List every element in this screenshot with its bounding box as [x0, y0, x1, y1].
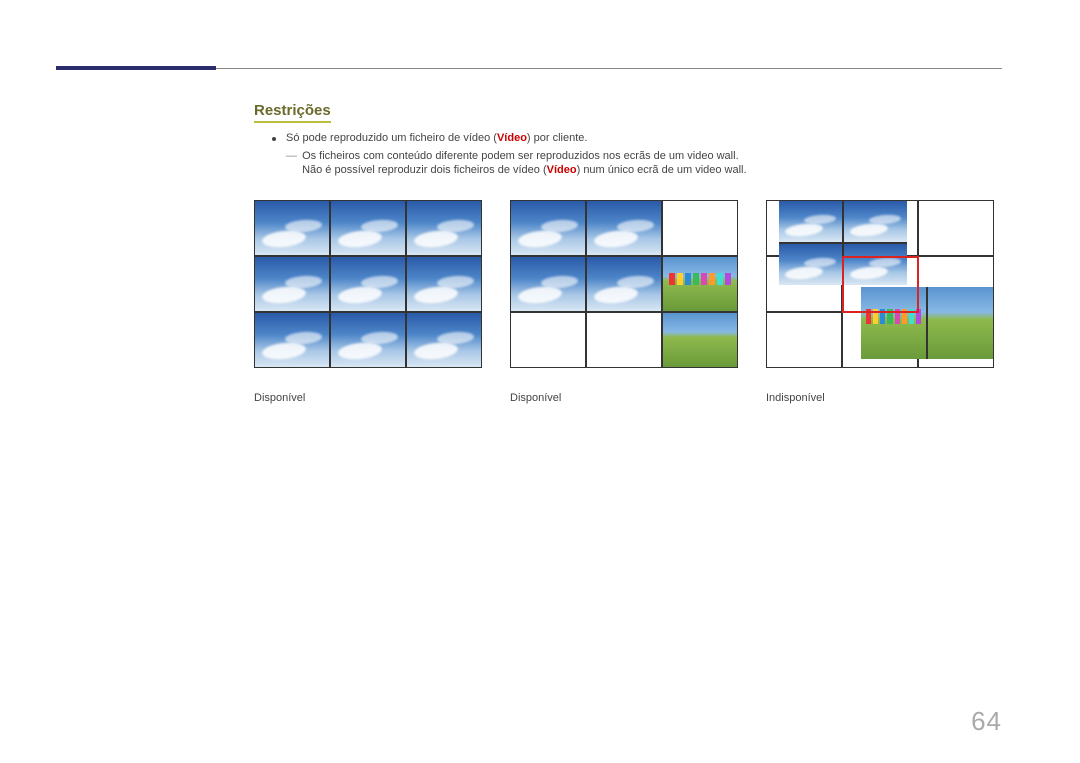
example-caption: Disponível: [510, 392, 738, 404]
wall-cell: [407, 201, 481, 255]
example-3: Indisponível: [766, 200, 994, 404]
bullet-post: ) por cliente.: [527, 132, 588, 144]
examples-row: Disponível Disponível: [254, 200, 994, 404]
sub-line-1: Os ficheiros com conteúdo diferente pode…: [302, 150, 747, 162]
sub-note-text: Os ficheiros com conteúdo diferente pode…: [302, 150, 747, 176]
sub2-post: ) num único ecrã de um video wall.: [577, 164, 747, 176]
wall-cell: [587, 257, 661, 311]
wall-cell: [861, 287, 926, 359]
wall-cell: [779, 201, 842, 242]
wall-cell: [919, 201, 993, 255]
bullet-item: Só pode reproduzido um ficheiro de vídeo…: [272, 132, 587, 144]
example-caption: Disponível: [254, 392, 482, 404]
bullet-text: Só pode reproduzido um ficheiro de vídeo…: [286, 132, 587, 144]
sub2-pre: Não é possível reproduzir dois ficheiros…: [302, 164, 547, 176]
wall-cell: [511, 201, 585, 255]
wall-cell: [844, 244, 907, 285]
wall-cell: [407, 257, 481, 311]
example-2: Disponível: [510, 200, 738, 404]
wall-cell: [587, 313, 661, 367]
sub-note: ― Os ficheiros com conteúdo diferente po…: [286, 150, 747, 176]
overlay-field-video: [861, 287, 993, 359]
wall-cell: [663, 201, 737, 255]
video-keyword: Vídeo: [547, 164, 577, 176]
top-accent-bar: [56, 66, 216, 70]
wall-cell: [767, 313, 841, 367]
wall-cell: [779, 244, 842, 285]
wall-cell: [587, 201, 661, 255]
wall-cell: [331, 313, 405, 367]
video-keyword: Vídeo: [497, 132, 527, 144]
overlay-sky-video: [779, 201, 907, 285]
wall-cell: [331, 201, 405, 255]
wall-cell: [255, 313, 329, 367]
wall-cell: [663, 257, 737, 311]
wall-cell: [255, 257, 329, 311]
bullet-pre: Só pode reproduzido um ficheiro de vídeo…: [286, 132, 497, 144]
wall-cell: [663, 313, 737, 367]
videowall-grid: [766, 200, 994, 368]
wall-cell: [511, 257, 585, 311]
videowall-grid: [254, 200, 482, 368]
wall-cell: [255, 201, 329, 255]
example-1: Disponível: [254, 200, 482, 404]
bullet-dot-icon: [272, 137, 276, 141]
wall-cell: [407, 313, 481, 367]
wall-cell: [331, 257, 405, 311]
wall-cell: [511, 313, 585, 367]
page-number: 64: [971, 706, 1002, 737]
flags-icon: [866, 309, 921, 325]
dash-icon: ―: [286, 150, 297, 162]
videowall-grid: [510, 200, 738, 368]
wall-cell: [844, 201, 907, 242]
flags-icon: [669, 273, 731, 285]
sub-line-2: Não é possível reproduzir dois ficheiros…: [302, 164, 747, 176]
wall-cell: [928, 287, 993, 359]
section-heading: Restrições: [254, 102, 331, 123]
example-caption: Indisponível: [766, 392, 994, 404]
